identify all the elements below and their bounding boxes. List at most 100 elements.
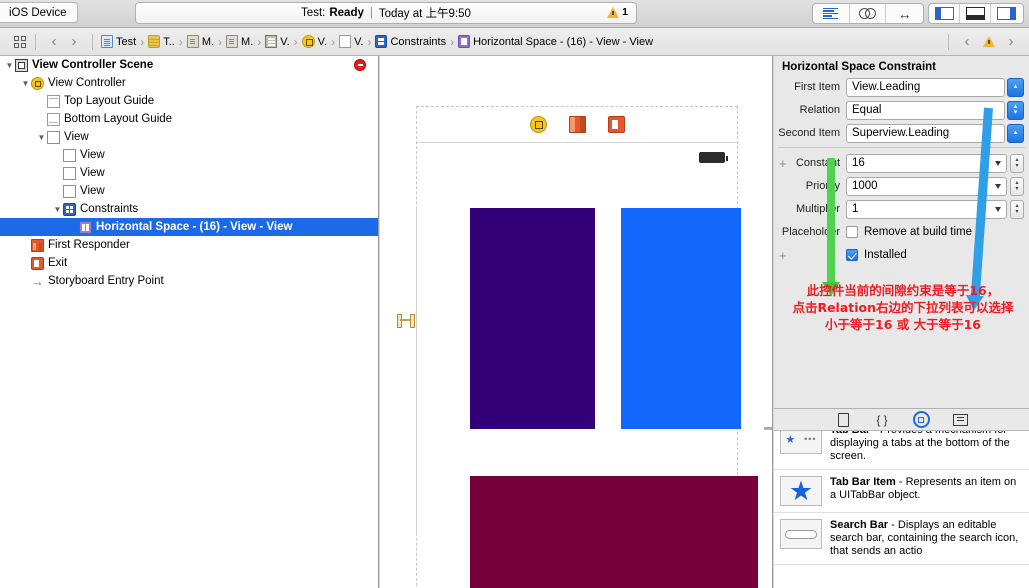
outline-row-9[interactable]: ▶ Horizontal Space - (16) - View - View: [0, 218, 378, 236]
breadcrumb-item-1[interactable]: T..: [148, 35, 175, 48]
document-outline[interactable]: ▼View Controller Scene▼View Controller▶T…: [0, 56, 379, 588]
add-variation-icon[interactable]: +: [779, 249, 787, 262]
chevron-down-icon[interactable]: [995, 160, 1001, 166]
breadcrumb-item-7[interactable]: Constraints: [375, 35, 446, 48]
blue-view[interactable]: [621, 208, 741, 429]
field-value-text: 1000: [852, 180, 878, 192]
breadcrumb-label: Horizontal Space - (16) - View - View: [473, 35, 654, 48]
disclosure-triangle-icon[interactable]: ▼: [52, 205, 63, 214]
viewcontroller-icon[interactable]: [529, 116, 547, 133]
disclosure-spacer: ▶: [20, 277, 31, 286]
field-value-text: View.Leading: [852, 81, 921, 93]
stepper-button[interactable]: ▴ ▾: [1010, 199, 1024, 219]
outline-row-12[interactable]: ▶→ Storyboard Entry Point: [0, 272, 378, 290]
disclosure-triangle-icon[interactable]: ▼: [20, 79, 31, 88]
doc-blue-icon: [101, 35, 113, 48]
chevron-down-icon[interactable]: [995, 183, 1001, 189]
outline-row-0[interactable]: ▼ View Controller Scene: [0, 56, 378, 74]
constraint-pin-icon[interactable]: [397, 314, 415, 328]
jump-bar: ‹ › Test › T.. › M. › M. › V. › V. › V. › Constraints ›…: [0, 28, 1029, 56]
popup-chevron-button[interactable]: ▴: [1007, 123, 1024, 143]
breadcrumb-label: Test: [116, 35, 137, 48]
version-editor-button[interactable]: ↔: [886, 4, 923, 23]
stepper-button[interactable]: ▴ ▾: [1010, 153, 1024, 173]
next-issue-button[interactable]: ›: [1001, 33, 1021, 50]
code-snippet-library-tab[interactable]: { }: [874, 412, 891, 427]
media-library-tab[interactable]: [952, 412, 969, 427]
standard-editor-button[interactable]: [813, 4, 850, 23]
disclosure-triangle-icon[interactable]: ▼: [36, 133, 47, 142]
scheme-selector[interactable]: iOS Device: [0, 2, 78, 23]
back-button[interactable]: ‹: [44, 33, 64, 50]
outline-row-2[interactable]: ▶ Top Layout Guide: [0, 92, 378, 110]
add-variation-icon-3[interactable]: +: [779, 157, 787, 170]
installed-checkbox[interactable]: [846, 249, 858, 261]
outline-row-7[interactable]: ▶ View: [0, 182, 378, 200]
doc-gray-icon: [226, 35, 239, 48]
stepper-button[interactable]: ▴ ▾: [1010, 176, 1024, 196]
breadcrumb-item-5[interactable]: V.: [301, 35, 327, 48]
outline-row-1[interactable]: ▼ View Controller: [0, 74, 378, 92]
previous-issue-button[interactable]: ‹: [957, 33, 977, 50]
activity-status-bar: Test: Ready | Today at 上午9:50 1: [135, 2, 637, 24]
breadcrumb-separator: ›: [257, 34, 262, 49]
crimson-view[interactable]: [470, 476, 758, 588]
breadcrumb: Test › T.. › M. › M. › V. › V. › V. › Constraints › Hori…: [101, 35, 948, 49]
warning-indicator[interactable]: 1: [607, 6, 628, 18]
outline-row-4[interactable]: ▼ View: [0, 128, 378, 146]
toggle-navigator-button[interactable]: [929, 4, 960, 23]
library-item-list[interactable]: ★••• Tab Bar - Provides a mechanism for d…: [774, 431, 1029, 588]
purple-view[interactable]: [470, 208, 595, 429]
outline-row-6[interactable]: ▶ View: [0, 164, 378, 182]
library-item[interactable]: Search Bar - Displays an editable search…: [774, 513, 1029, 565]
breadcrumb-item-4[interactable]: V.: [265, 35, 290, 48]
library-item[interactable]: ★ Tab Bar Item - Represents an item on a …: [774, 470, 1029, 513]
outline-row-5[interactable]: ▶ View: [0, 146, 378, 164]
field-value-first-item[interactable]: View.Leading: [846, 77, 1005, 97]
library-item[interactable]: ★••• Tab Bar - Provides a mechanism for d…: [774, 431, 1029, 470]
guide-top-icon: [47, 94, 60, 108]
breadcrumb-label: M.: [201, 35, 215, 48]
interface-builder-canvas[interactable]: →: [380, 56, 773, 588]
storyboard-icon: [265, 35, 278, 48]
breadcrumb-label: Constraints: [390, 35, 447, 48]
first-responder-icon[interactable]: [568, 116, 586, 133]
file-template-library-tab[interactable]: [835, 412, 852, 427]
outline-row-10[interactable]: ▶ First Responder: [0, 236, 378, 254]
popup-chevron-button[interactable]: ▴: [1007, 77, 1024, 97]
inspector-title: Horizontal Space Constraint: [782, 61, 936, 73]
breadcrumb-item-6[interactable]: V.: [339, 35, 363, 48]
field-label: Priority: [805, 180, 840, 192]
scheme-label: iOS Device: [9, 7, 67, 19]
arrow-lr-icon: ↔: [897, 5, 912, 22]
rings-icon: [859, 7, 876, 20]
object-library-tab[interactable]: [912, 411, 930, 428]
assistant-editor-button[interactable]: [850, 4, 887, 23]
view-controller-scene-canvas[interactable]: [416, 106, 758, 588]
exit-icon[interactable]: [607, 116, 625, 133]
related-items-icon[interactable]: [14, 35, 27, 48]
scene-stop-badge-icon[interactable]: [354, 59, 366, 71]
toggle-utilities-button[interactable]: [991, 4, 1022, 23]
outline-row-8[interactable]: ▼ Constraints: [0, 200, 378, 218]
chevron-down-icon[interactable]: [995, 206, 1001, 212]
forward-button[interactable]: ›: [64, 33, 84, 50]
breadcrumb-separator: ›: [140, 34, 145, 49]
breadcrumb-item-2[interactable]: M.: [186, 35, 215, 48]
field-value-relation[interactable]: Equal: [846, 100, 1005, 120]
outline-label: Exit: [48, 257, 68, 269]
outline-row-11[interactable]: ▶ Exit: [0, 254, 378, 272]
warning-triangle-icon: [607, 6, 620, 18]
breadcrumb-item-8[interactable]: Horizontal Space - (16) - View - View: [458, 35, 653, 48]
disclosure-triangle-icon[interactable]: ▼: [4, 61, 15, 70]
disclosure-spacer: ▶: [68, 223, 79, 232]
toggle-debug-button[interactable]: [960, 4, 991, 23]
breadcrumb-item-3[interactable]: M.: [226, 35, 253, 48]
breadcrumb-item-0[interactable]: Test: [101, 35, 136, 48]
outline-row-3[interactable]: ▶ Bottom Layout Guide: [0, 110, 378, 128]
relation-stepper-button[interactable]: ▴ ▾: [1007, 100, 1024, 120]
placeholder-checkbox[interactable]: [846, 226, 858, 238]
field-row-multiplier: Multiplier 1 ▴ ▾: [774, 199, 1029, 219]
editor-mode-group: ↔: [812, 3, 924, 24]
library-item-text: Tab Bar Item - Represents an item on a U…: [830, 476, 1021, 506]
